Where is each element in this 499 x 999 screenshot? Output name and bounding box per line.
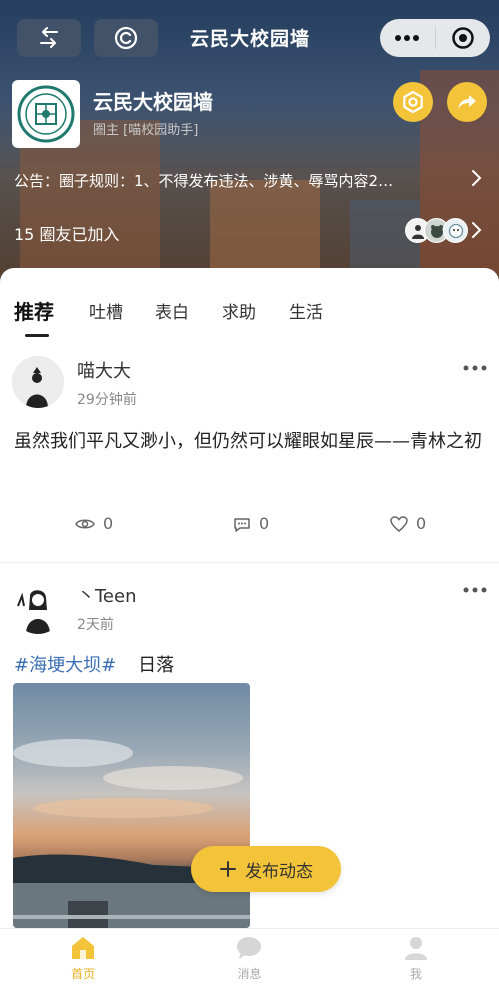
back-button[interactable] [17, 19, 81, 57]
announcement-text[interactable]: 公告：圈子规则：1、不得发布违法、涉黄、辱骂内容2… [14, 170, 464, 191]
post-author-name[interactable]: 喵大大 [77, 357, 131, 383]
heart-icon [390, 515, 408, 532]
tab-confess[interactable]: 表白 [155, 298, 189, 323]
comment-count-value: 0 [259, 514, 270, 533]
post-author-name[interactable]: 丶Teen [77, 582, 137, 608]
feed-panel: 推荐 吐槽 表白 求助 生活 喵大大 29分钟前 虽然我们平凡又渺小，但仍然可以… [0, 268, 499, 928]
tabbar-me[interactable]: 我 [333, 929, 499, 999]
circle-logo [12, 80, 80, 148]
more-menu-button[interactable] [380, 19, 435, 57]
like-count-value: 0 [416, 514, 427, 533]
cartoon-avatar-icon [448, 223, 463, 238]
comment-count[interactable]: 0 [233, 514, 269, 533]
active-tab-indicator [25, 334, 49, 337]
target-close-icon [452, 27, 474, 49]
circle-header: 云民大校园墙 云民大校园墙 圈主 [喵校园助手] 公告：圈子规则：1、不得发布违… [0, 0, 499, 290]
tab-complain[interactable]: 吐槽 [89, 298, 123, 323]
tabbar-me-label: 我 [409, 967, 422, 981]
post-timestamp: 2天前 [77, 617, 114, 633]
post-author-avatar[interactable] [12, 582, 64, 634]
publish-post-button[interactable]: 发布动态 [191, 846, 341, 892]
tabbar-home[interactable]: 首页 [0, 929, 166, 999]
more-options-icon[interactable] [462, 364, 488, 372]
tab-recommend[interactable]: 推荐 [14, 296, 54, 325]
comment-bubble-icon [234, 517, 250, 532]
more-dots-icon [395, 35, 420, 41]
swap-arrows-icon [40, 27, 58, 48]
eye-icon [75, 519, 95, 528]
person-silhouette-icon [12, 356, 64, 408]
view-count: 0 [75, 514, 113, 533]
circle-owner[interactable]: 圈主 [喵校园助手] [93, 119, 198, 138]
more-options-icon[interactable] [462, 586, 488, 594]
post-body: 日落 [138, 655, 175, 676]
post-author-avatar[interactable] [12, 356, 64, 408]
tabbar-home-label: 首页 [71, 967, 96, 981]
post-content[interactable]: #海埂大坝# 日落 [14, 650, 489, 682]
like-count[interactable]: 0 [390, 514, 426, 533]
refresh-button[interactable] [94, 19, 158, 57]
plus-icon [220, 861, 236, 877]
post-divider [0, 562, 499, 563]
view-count-value: 0 [103, 514, 114, 533]
home-icon [72, 937, 95, 959]
post-content[interactable]: 虽然我们平凡又渺小，但仍然可以耀眼如星辰——青林之初 [14, 426, 489, 458]
circle-settings-button[interactable] [393, 82, 433, 122]
page-title: 云民大校园墙 [189, 28, 310, 50]
member-avatar [443, 218, 468, 243]
tab-help[interactable]: 求助 [222, 298, 256, 323]
post-timestamp: 29分钟前 [77, 392, 137, 408]
topic-hashtag[interactable]: #海埂大坝# [14, 655, 116, 676]
school-seal-icon [17, 85, 75, 143]
publish-post-label: 发布动态 [245, 861, 313, 882]
close-miniprogram-button[interactable] [436, 19, 491, 57]
member-avatars[interactable] [405, 218, 468, 243]
refresh-icon [114, 26, 138, 50]
share-arrow-icon [458, 95, 476, 109]
member-count[interactable]: 15 圈友已加入 [14, 221, 119, 245]
tabbar-messages-label: 消息 [237, 967, 262, 981]
chevron-right-icon[interactable] [470, 168, 484, 188]
bottom-tab-bar: 首页 消息 我 [0, 928, 499, 999]
category-tabs: 推荐 吐槽 表白 求助 生活 [0, 296, 499, 336]
tabbar-messages[interactable]: 消息 [166, 929, 332, 999]
miniprogram-capsule [380, 19, 490, 57]
share-button[interactable] [447, 82, 487, 122]
gear-icon [403, 90, 423, 114]
person-sketch-icon [12, 582, 64, 634]
tab-life[interactable]: 生活 [289, 298, 323, 323]
circle-name: 云民大校园墙 [93, 90, 213, 114]
user-icon [404, 937, 427, 960]
chevron-right-icon[interactable] [470, 220, 484, 240]
message-icon [237, 937, 262, 959]
